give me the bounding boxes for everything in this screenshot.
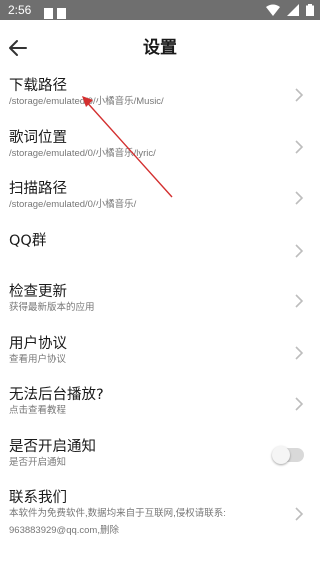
- setting-download-path[interactable]: 下载路径 /storage/emulated/0/小橘音乐/Music/: [0, 76, 320, 128]
- setting-user-agreement[interactable]: 用户协议 查看用户协议: [0, 334, 320, 386]
- status-bar: 2:56: [0, 0, 320, 20]
- wifi-icon: [265, 4, 280, 16]
- setting-title: 是否开启通知: [9, 438, 96, 455]
- setting-contact-us[interactable]: 联系我们 本软件为免费软件,数据均来自于互联网,侵权请联系: 963883929…: [0, 488, 320, 548]
- chevron-right-icon: [295, 139, 304, 154]
- setting-title: 扫描路径: [9, 181, 67, 197]
- status-time: 2:56: [8, 3, 32, 17]
- setting-lyric-location[interactable]: 歌词位置 /storage/emulated/0/小橘音乐/lyric/: [0, 128, 320, 180]
- chevron-right-icon: [295, 243, 304, 258]
- app-header: 设置: [0, 20, 320, 76]
- chevron-right-icon: [295, 88, 304, 102]
- chevron-right-icon: [295, 507, 304, 521]
- setting-title: 检查更新: [9, 284, 67, 300]
- setting-scan-path[interactable]: 扫描路径 /storage/emulated/0/小橘音乐/: [0, 179, 320, 231]
- setting-notifications: 是否开启通知 是否开启通知: [0, 437, 320, 489]
- settings-list: 下载路径 /storage/emulated/0/小橘音乐/Music/ 歌词位…: [0, 76, 320, 548]
- setting-subtitle: 是否开启通知: [9, 456, 67, 468]
- setting-title: QQ群: [9, 232, 47, 249]
- setting-subtitle: 获得最新版本的应用: [9, 302, 95, 313]
- setting-title: 无法后台播放?: [9, 387, 104, 403]
- signal-icon: [286, 4, 299, 16]
- setting-background-playback-help[interactable]: 无法后台播放? 点击查看教程: [0, 385, 320, 437]
- setting-subtitle: /storage/emulated/0/小橘音乐/Music/: [9, 96, 164, 107]
- chevron-right-icon: [295, 191, 304, 205]
- setting-title: 用户协议: [9, 335, 67, 352]
- setting-title: 下载路径: [9, 78, 67, 94]
- chevron-right-icon: [295, 345, 304, 360]
- setting-qq-group[interactable]: QQ群: [0, 231, 320, 283]
- chevron-right-icon: [295, 397, 304, 411]
- setting-title: 联系我们: [9, 490, 67, 506]
- setting-subtitle: 本软件为免费软件,数据均来自于互联网,侵权请联系:: [9, 508, 226, 519]
- setting-subtitle: /storage/emulated/0/小橘音乐/lyric/: [9, 147, 156, 159]
- setting-subtitle-line2: 963883929@qq.com,删除: [9, 525, 119, 536]
- chevron-right-icon: [295, 294, 304, 308]
- battery-icon: [306, 4, 314, 16]
- notification-icon: [57, 8, 66, 19]
- page-title: 设置: [143, 38, 177, 58]
- setting-subtitle: 查看用户协议: [9, 353, 67, 365]
- setting-subtitle: /storage/emulated/0/小橘音乐/: [9, 199, 137, 210]
- setting-title: 歌词位置: [9, 129, 67, 146]
- notification-toggle[interactable]: [272, 445, 304, 464]
- setting-check-update[interactable]: 检查更新 获得最新版本的应用: [0, 282, 320, 334]
- setting-subtitle: 点击查看教程: [9, 405, 67, 416]
- notification-icon: [44, 8, 53, 19]
- toggle-knob: [272, 445, 290, 464]
